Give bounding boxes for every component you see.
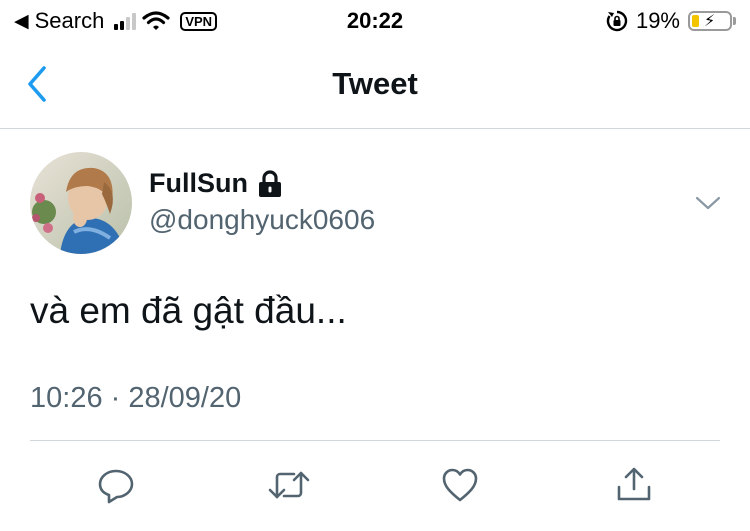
- page-title: Tweet: [332, 66, 418, 101]
- retweet-button[interactable]: [264, 458, 314, 512]
- battery-level: [692, 15, 699, 27]
- avatar[interactable]: [30, 152, 132, 254]
- share-button[interactable]: [609, 458, 659, 512]
- nav-bar: Tweet: [0, 44, 750, 129]
- heart-icon: [442, 468, 478, 502]
- lock-icon: [258, 169, 281, 197]
- retweet-icon: [268, 471, 310, 499]
- share-icon: [617, 467, 651, 501]
- display-name-text: FullSun: [149, 168, 248, 198]
- reply-button[interactable]: [91, 458, 141, 512]
- chevron-down-icon: [695, 196, 721, 210]
- charging-bolt-icon: ⚡: [704, 13, 716, 30]
- avatar-image: [30, 152, 132, 254]
- user-handle[interactable]: @donghyuck0606: [149, 204, 375, 236]
- tweet-actions: [0, 458, 750, 518]
- more-options-button[interactable]: [694, 190, 722, 216]
- orientation-lock-icon: [606, 10, 628, 32]
- reply-icon: [98, 469, 134, 504]
- status-bar: ◀ Search VPN 20:22 19% ⚡: [0, 0, 750, 44]
- status-bar-right: 19% ⚡: [606, 8, 736, 34]
- battery-percent: 19%: [635, 8, 680, 33]
- like-button[interactable]: [435, 458, 485, 512]
- divider: [30, 440, 720, 441]
- tweet-text: và em đã gật đầu...: [30, 290, 347, 331]
- display-name[interactable]: FullSun: [149, 168, 284, 199]
- tweet-timestamp: 10:26 · 28/09/20: [30, 382, 242, 414]
- battery-tip: [733, 17, 736, 25]
- battery-icon: ⚡: [688, 11, 732, 31]
